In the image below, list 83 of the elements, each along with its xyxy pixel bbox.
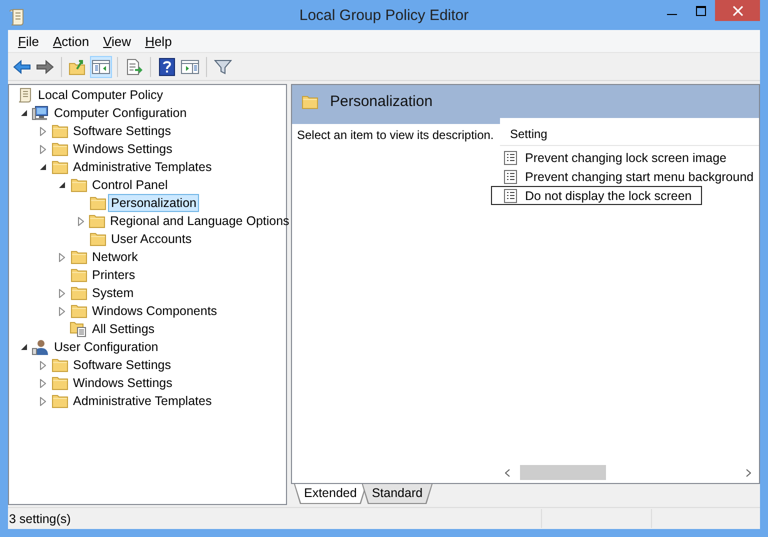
tree-item[interactable]: All Settings (89, 320, 158, 338)
menu-item[interactable]: View (96, 32, 138, 50)
computer-icon (32, 105, 49, 121)
folder-icon (52, 142, 68, 156)
menu-item[interactable]: File (11, 32, 46, 50)
help-icon (159, 58, 175, 76)
window-pane-icon (92, 58, 110, 74)
setting-name: Prevent changing lock screen image (524, 150, 728, 166)
details-title: Personalization (330, 93, 433, 110)
tree-item[interactable]: Software Settings (70, 122, 174, 140)
user-icon (32, 339, 49, 355)
folder-icon (70, 286, 86, 300)
expand-triangle-icon[interactable] (37, 359, 49, 371)
window-title: Local Group Policy Editor (298, 7, 470, 24)
expand-triangle-icon[interactable] (37, 125, 49, 137)
folder-icon (90, 196, 106, 210)
column-header[interactable]: Setting (510, 127, 548, 141)
tree-item[interactable]: Windows Components (89, 302, 220, 320)
export-list-icon (125, 58, 143, 74)
expand-triangle-icon[interactable] (56, 305, 68, 317)
scroll-icon (16, 87, 32, 103)
folder-icon (52, 376, 68, 390)
scroll-right-icon[interactable] (746, 468, 750, 476)
expand-triangle-icon[interactable] (37, 143, 49, 155)
setting-icon (504, 150, 517, 164)
close-button[interactable] (715, 0, 760, 21)
setting-row[interactable]: Do not display the lock screen (491, 186, 702, 205)
expand-triangle-icon[interactable] (37, 377, 49, 389)
scrollbar-thumb[interactable] (520, 465, 606, 480)
view-tab[interactable]: Standard (362, 484, 433, 504)
forward-arrow-icon (36, 58, 54, 74)
status-text: 3 setting(s) (8, 512, 72, 526)
menu-item[interactable]: Action (46, 32, 96, 50)
expand-triangle-icon[interactable] (75, 215, 87, 227)
folder-icon (302, 94, 318, 108)
tree-item[interactable]: Windows Settings (70, 374, 176, 392)
scroll-left-icon[interactable] (504, 468, 510, 476)
setting-row[interactable]: Prevent changing lock screen image (500, 148, 759, 167)
tree-item[interactable]: Local Computer Policy (35, 86, 166, 104)
up-folder-icon (69, 58, 87, 74)
expand-triangle-icon[interactable] (56, 287, 68, 299)
menu-item[interactable]: Help (138, 32, 179, 50)
tree-item[interactable]: System (89, 284, 137, 302)
tree-item[interactable]: Computer Configuration (51, 104, 190, 122)
setting-name: Do not display the lock screen (524, 188, 693, 204)
tree-item[interactable]: Printers (89, 266, 138, 284)
folder-icon (52, 394, 68, 408)
window-pane-icon (181, 58, 199, 74)
view-tab[interactable]: Extended (294, 484, 367, 504)
folder-icon (70, 250, 86, 264)
tree-item[interactable]: User Configuration (51, 338, 162, 356)
app-icon (9, 8, 25, 26)
back-arrow-icon (13, 58, 31, 74)
tree-item[interactable]: Control Panel (89, 176, 171, 194)
expand-triangle-icon[interactable] (37, 395, 49, 407)
folder-icon (52, 160, 68, 174)
filter-icon (214, 58, 232, 74)
tree-item[interactable]: User Accounts (108, 230, 195, 248)
folder-icon (70, 304, 86, 318)
folder-icon (52, 124, 68, 138)
setting-name: Prevent changing start menu background (524, 168, 755, 186)
tree-item[interactable]: Administrative Templates (70, 392, 215, 410)
toolbar-button[interactable] (156, 56, 178, 78)
close-icon (732, 6, 742, 16)
folder-icon (90, 232, 106, 246)
tree-item[interactable]: Software Settings (70, 356, 174, 374)
tree-item[interactable]: Windows Settings (70, 140, 176, 158)
setting-row[interactable]: Prevent changing start menu background (500, 167, 759, 186)
tree-item[interactable]: Network (89, 248, 141, 266)
maximize-icon (696, 6, 706, 16)
expand-triangle-icon[interactable] (56, 251, 68, 263)
folder-icon (89, 214, 105, 228)
settings-folder-icon (70, 321, 87, 337)
minimize-icon (666, 14, 676, 15)
tree-item[interactable]: Regional and Language Options (107, 212, 292, 230)
setting-icon (504, 188, 517, 202)
folder-icon (70, 268, 86, 282)
tree-item[interactable]: Personalization (108, 194, 200, 212)
description-text: Select an item to view its description. (297, 128, 494, 142)
folder-icon (52, 358, 68, 372)
folder-icon (70, 178, 86, 192)
setting-icon (504, 170, 517, 184)
tree-item[interactable]: Administrative Templates (70, 158, 215, 176)
